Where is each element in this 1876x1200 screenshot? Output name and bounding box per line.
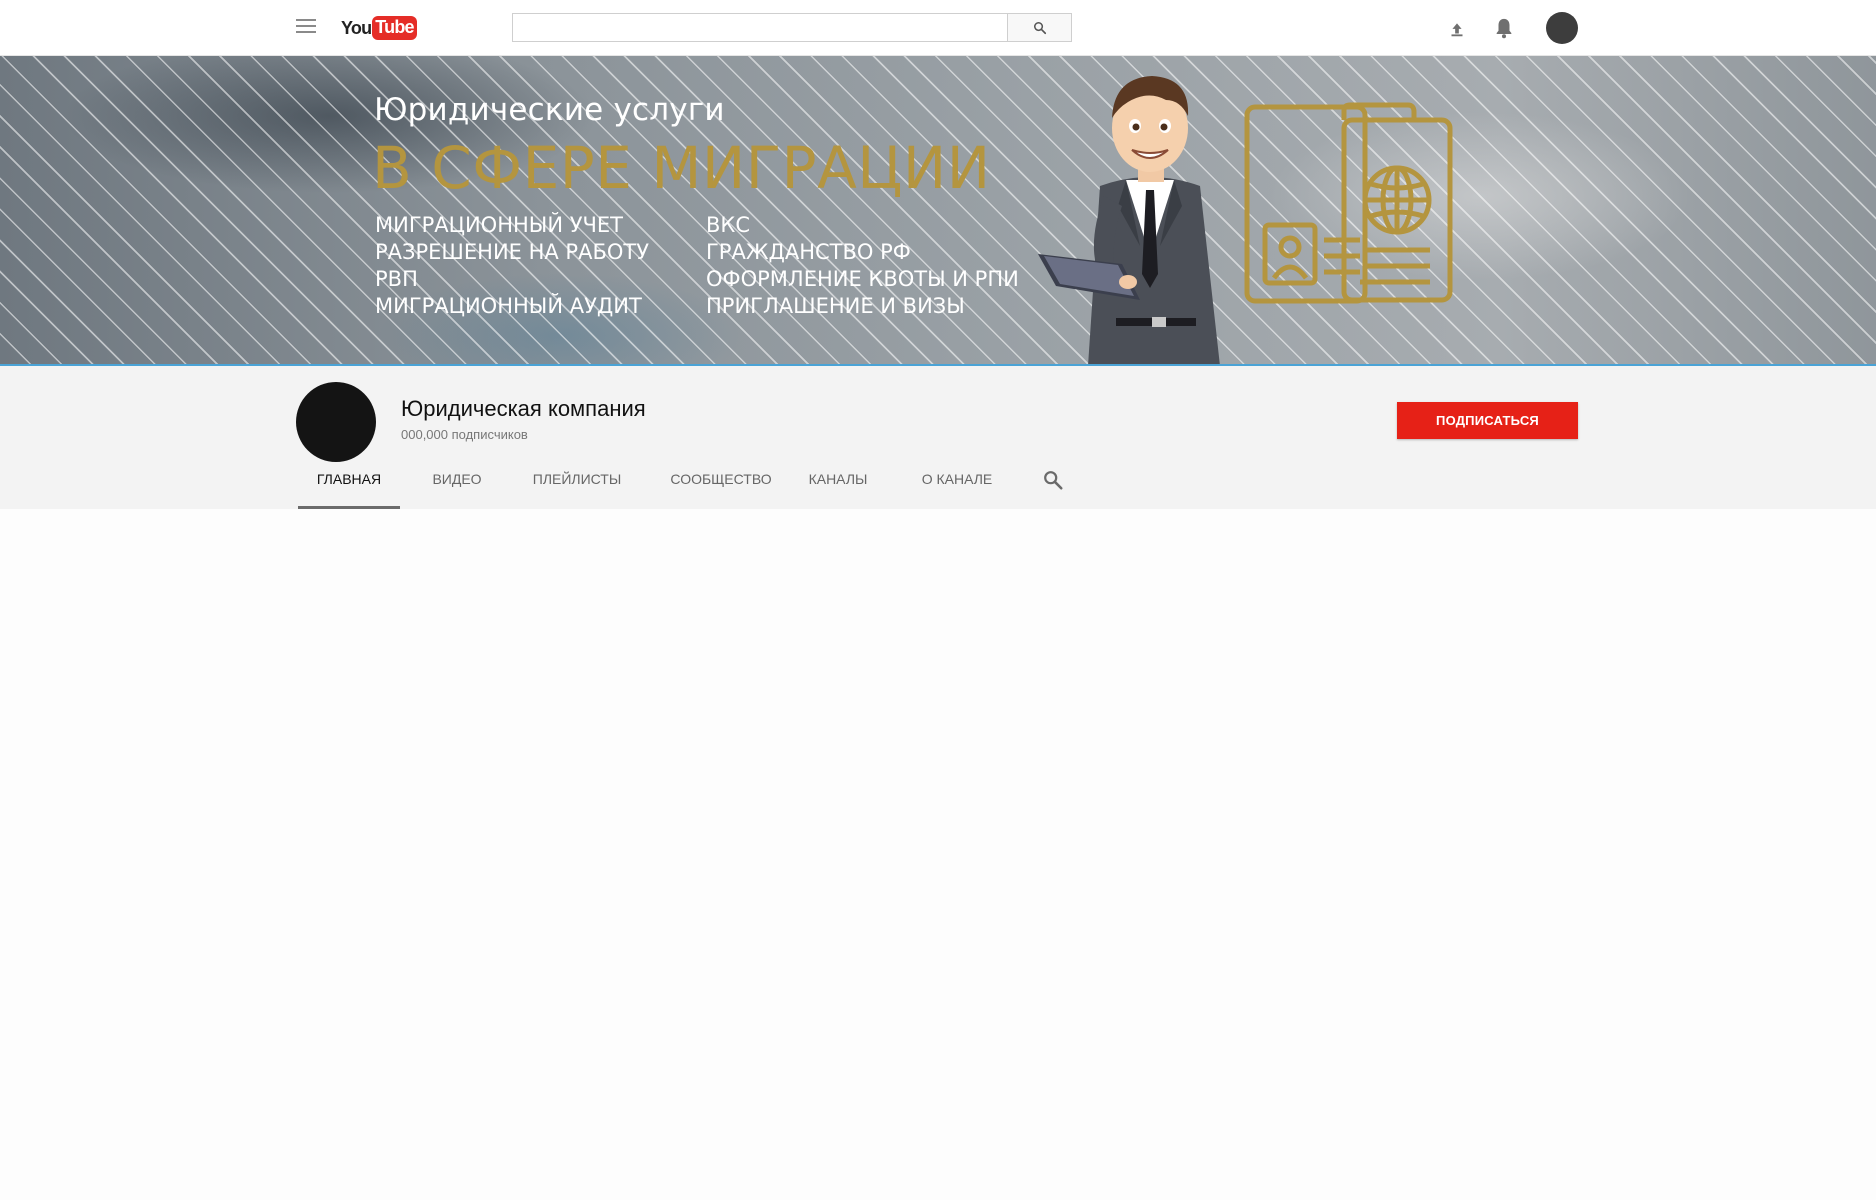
service-item: ОФОРМЛЕНИЕ КВОТЫ И РПИ bbox=[706, 267, 1019, 291]
subscribe-button[interactable]: ПОДПИСАТЬСЯ bbox=[1397, 402, 1578, 439]
banner-title: В СФЕРЕ МИГРАЦИИ bbox=[372, 134, 991, 202]
tab-playlists[interactable]: ПЛЕЙЛИСТЫ bbox=[525, 460, 629, 509]
service-item: ВКС bbox=[706, 213, 750, 237]
service-item: МИГРАЦИОННЫЙ АУДИТ bbox=[375, 294, 642, 318]
businessman-illustration bbox=[1038, 76, 1220, 366]
service-item: ПРИГЛАШЕНИЕ И ВИЗЫ bbox=[706, 294, 965, 318]
top-bar: You Tube bbox=[0, 0, 1876, 56]
upload-icon[interactable] bbox=[1446, 17, 1468, 39]
tab-community[interactable]: СООБЩЕСТВО bbox=[668, 460, 774, 509]
channel-banner: Юридические услуги В СФЕРЕ МИГРАЦИИ МИГР… bbox=[0, 56, 1876, 366]
logo-you-text: You bbox=[341, 17, 372, 38]
logo-tube-text: Tube bbox=[372, 16, 417, 40]
channel-search-icon[interactable] bbox=[1042, 469, 1064, 491]
tab-channels[interactable]: КАНАЛЫ bbox=[803, 460, 873, 509]
subscriber-count: 000,000 подписчиков bbox=[401, 427, 528, 442]
channel-name: Юридическая компания bbox=[401, 396, 646, 421]
service-item: РАЗРЕШЕНИЕ НА РАБОТУ bbox=[375, 240, 650, 264]
tab-home[interactable]: ГЛАВНАЯ bbox=[298, 460, 400, 509]
bell-icon[interactable] bbox=[1493, 16, 1515, 40]
search-button[interactable] bbox=[1007, 13, 1072, 42]
channel-header: Юридическая компания 000,000 подписчиков… bbox=[0, 366, 1876, 509]
banner-subtitle: Юридические услуги bbox=[374, 92, 725, 128]
services-right-list: ВКС ГРАЖДАНСТВО РФ ОФОРМЛЕНИЕ КВОТЫ И РП… bbox=[706, 212, 1019, 320]
avatar[interactable] bbox=[1546, 12, 1578, 44]
service-item: МИГРАЦИОННЫЙ УЧЕТ bbox=[375, 213, 623, 237]
search-icon bbox=[1033, 21, 1046, 34]
channel-avatar[interactable] bbox=[296, 382, 376, 462]
youtube-logo[interactable]: You Tube bbox=[341, 16, 417, 40]
tab-videos[interactable]: ВИДЕО bbox=[424, 460, 490, 509]
service-item: РВП bbox=[375, 267, 418, 291]
services-left-list: МИГРАЦИОННЫЙ УЧЕТ РАЗРЕШЕНИЕ НА РАБОТУ Р… bbox=[375, 212, 649, 320]
menu-icon[interactable] bbox=[296, 19, 316, 35]
passport-globe-icon bbox=[1244, 102, 1453, 304]
service-item: ГРАЖДАНСТВО РФ bbox=[706, 240, 911, 264]
tab-about[interactable]: О КАНАЛЕ bbox=[913, 460, 1001, 509]
search-input[interactable] bbox=[512, 13, 1008, 42]
